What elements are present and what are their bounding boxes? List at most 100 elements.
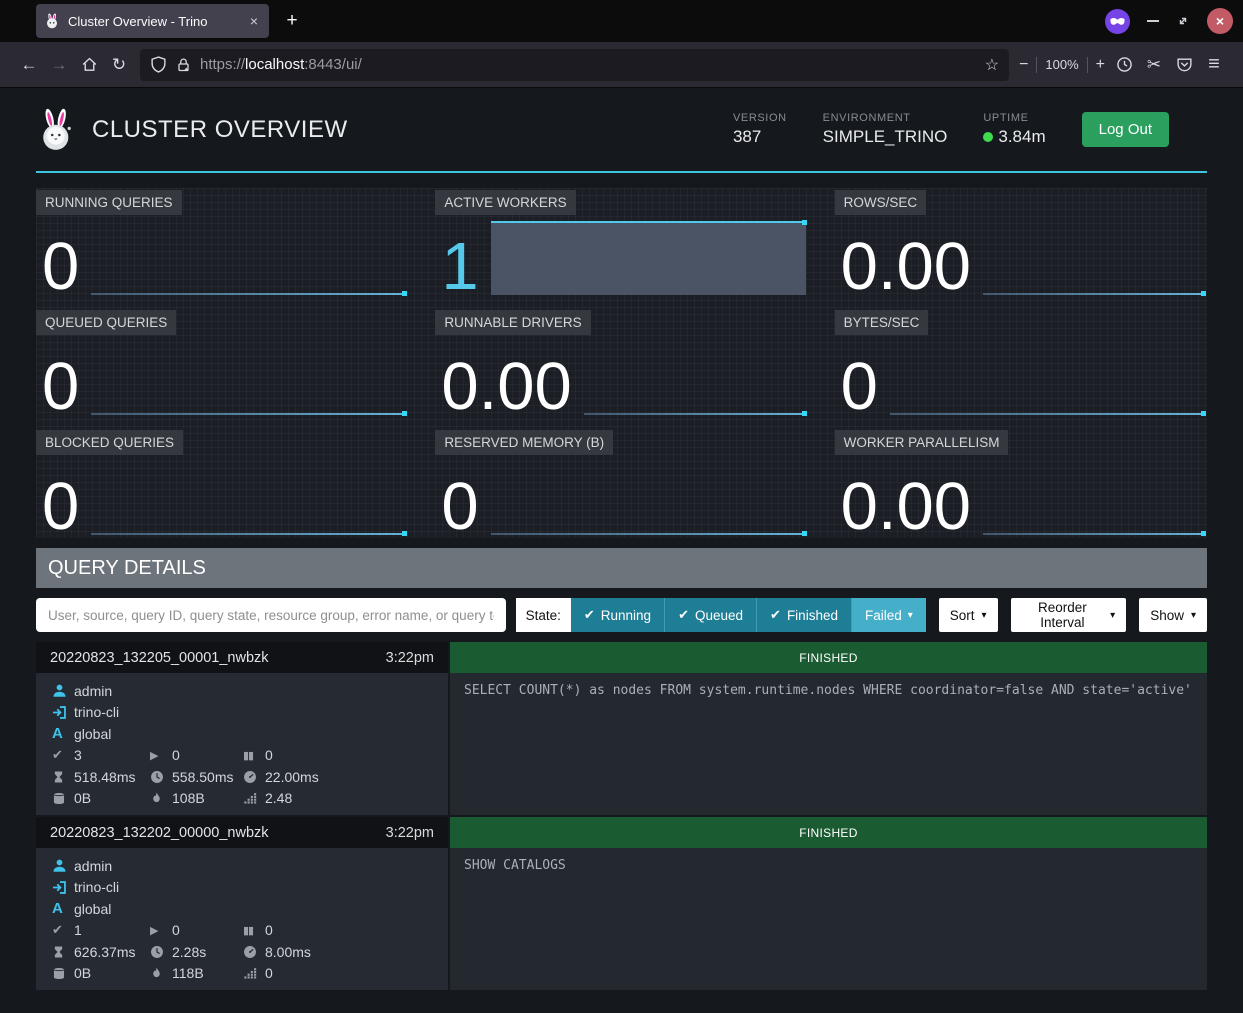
wall-time: 518.48ms xyxy=(74,769,135,785)
sparkline xyxy=(890,341,1205,415)
peak-memory: 118B xyxy=(172,965,204,981)
query-user: admin xyxy=(74,683,112,699)
uptime-label: UPTIME xyxy=(983,112,1045,124)
stat-value: 0.00 xyxy=(841,480,971,535)
pocket-button[interactable] xyxy=(1169,50,1199,80)
sparkline xyxy=(983,221,1205,295)
home-button[interactable] xyxy=(74,50,104,80)
query-search-input[interactable] xyxy=(36,598,506,632)
trino-cluster-overview-page: CLUSTER OVERVIEW VERSION 387 ENVIRONMENT… xyxy=(0,88,1243,1013)
cpu-time: 558.50ms xyxy=(172,769,233,785)
chevron-down-icon: ▾ xyxy=(982,610,987,621)
cumulative-memory-icon xyxy=(243,792,257,805)
uptime-block: UPTIME 3.84m xyxy=(983,112,1045,147)
uptime-value: 3.84m xyxy=(998,127,1045,147)
query-status-badge: FINISHED xyxy=(450,817,1207,848)
back-button[interactable]: ← xyxy=(14,50,44,80)
trino-favicon-icon xyxy=(44,13,60,29)
menu-button[interactable]: ≡ xyxy=(1199,50,1229,80)
current-memory: 0B xyxy=(74,790,91,806)
stat-card-queued-queries: 0 QUEUED QUERIES xyxy=(36,308,408,418)
query-details-header: QUERY DETAILS xyxy=(36,548,1207,588)
stat-card-rows-sec: 0.00 ROWS/SEC xyxy=(835,188,1207,298)
filter-running-button[interactable]: ✔ Running xyxy=(571,598,664,632)
sparkline xyxy=(91,461,406,535)
sparkline xyxy=(983,461,1205,535)
query-status-badge: FINISHED xyxy=(450,642,1207,673)
url-text: https://localhost:8443/ui/ xyxy=(200,56,985,73)
wall-time: 626.37ms xyxy=(74,944,135,960)
stat-label: ROWS/SEC xyxy=(835,190,927,215)
stat-card-active-workers: 1 ACTIVE WORKERS xyxy=(435,188,807,298)
source-icon xyxy=(52,705,67,720)
reload-button[interactable]: ↻ xyxy=(104,50,134,80)
window-restore-button[interactable] xyxy=(1176,14,1190,28)
zoom-level[interactable]: 100% xyxy=(1045,57,1078,72)
chevron-down-icon: ▾ xyxy=(908,610,913,621)
window-close-button[interactable]: × xyxy=(1207,8,1233,34)
screenshot-button[interactable]: ✂ xyxy=(1139,50,1169,80)
divider xyxy=(1087,57,1088,73)
running-splits: 0 xyxy=(172,747,180,763)
peak-memory-flame-icon xyxy=(150,966,163,980)
check-icon: ✔ xyxy=(678,607,689,623)
chevron-down-icon: ▾ xyxy=(1110,610,1115,621)
url-scheme: https:// xyxy=(200,56,245,73)
zoom-in-button[interactable]: + xyxy=(1096,56,1105,74)
filter-failed-dropdown[interactable]: Failed ▾ xyxy=(851,598,926,632)
state-filter-label: State: xyxy=(516,598,571,632)
peak-memory: 108B xyxy=(172,790,205,806)
cumulative-memory: 0 xyxy=(265,965,273,981)
stat-value: 1 xyxy=(441,240,478,295)
cpu-time-clock-icon xyxy=(150,770,164,784)
browser-tab[interactable]: Cluster Overview - Trino × xyxy=(36,4,269,38)
window-minimize-button[interactable] xyxy=(1147,20,1159,22)
tab-close-icon[interactable]: × xyxy=(247,13,261,29)
url-bar[interactable]: https://localhost:8443/ui/ ☆ xyxy=(140,49,1009,81)
cpu-time-clock-icon xyxy=(150,945,164,959)
stat-value: 0.00 xyxy=(841,240,971,295)
stat-label: RUNNABLE DRIVERS xyxy=(435,310,590,335)
resource-group-icon: A xyxy=(52,900,74,917)
execution-time-gauge-icon xyxy=(243,770,257,784)
user-icon xyxy=(52,683,67,698)
uptime-status-dot xyxy=(983,132,993,142)
stat-label: ACTIVE WORKERS xyxy=(435,190,575,215)
version-value: 387 xyxy=(733,127,787,147)
query-id-link[interactable]: 20220823_132205_00001_nwbzk xyxy=(50,650,269,666)
show-dropdown[interactable]: Show ▾ xyxy=(1139,598,1207,632)
trino-header: CLUSTER OVERVIEW VERSION 387 ENVIRONMENT… xyxy=(36,88,1207,173)
sort-dropdown[interactable]: Sort ▾ xyxy=(939,598,998,632)
stat-value: 0 xyxy=(441,480,478,535)
forward-button[interactable]: → xyxy=(44,50,74,80)
divider xyxy=(1036,57,1037,73)
stat-value: 0 xyxy=(42,240,79,295)
reorder-interval-dropdown[interactable]: Reorder Interval ▾ xyxy=(1011,598,1127,632)
query-resource-group: global xyxy=(74,726,111,742)
completed-splits: 3 xyxy=(74,747,82,763)
stat-card-runnable-drivers: 0.00 RUNNABLE DRIVERS xyxy=(435,308,807,418)
url-path: :8443/ui/ xyxy=(304,56,362,73)
query-id-link[interactable]: 20220823_132202_00000_nwbzk xyxy=(50,825,269,841)
cumulative-memory-icon xyxy=(243,967,257,980)
zoom-out-button[interactable]: − xyxy=(1019,56,1028,74)
filter-finished-button[interactable]: ✔ Finished xyxy=(756,598,851,632)
version-block: VERSION 387 xyxy=(733,112,787,147)
window-controls: × xyxy=(1105,0,1233,42)
tab-title: Cluster Overview - Trino xyxy=(68,14,247,29)
completed-splits-icon: ✔ xyxy=(52,922,74,938)
stat-card-running-queries: 0 RUNNING QUERIES xyxy=(36,188,408,298)
history-button[interactable] xyxy=(1109,50,1139,80)
version-label: VERSION xyxy=(733,112,787,124)
source-icon xyxy=(52,880,67,895)
tracking-shield-icon[interactable] xyxy=(150,56,167,73)
queued-splits-icon: ▮▮ xyxy=(243,924,265,937)
filter-queued-button[interactable]: ✔ Queued xyxy=(664,598,756,632)
new-tab-button[interactable]: + xyxy=(277,6,307,36)
stat-card-reserved-memory: 0 RESERVED MEMORY (B) xyxy=(435,428,807,538)
logout-button[interactable]: Log Out xyxy=(1082,112,1169,147)
sparkline xyxy=(91,341,406,415)
cpu-time: 2.28s xyxy=(172,944,206,960)
connection-lock-icon[interactable] xyxy=(176,57,192,73)
bookmark-star-icon[interactable]: ☆ xyxy=(985,55,999,75)
